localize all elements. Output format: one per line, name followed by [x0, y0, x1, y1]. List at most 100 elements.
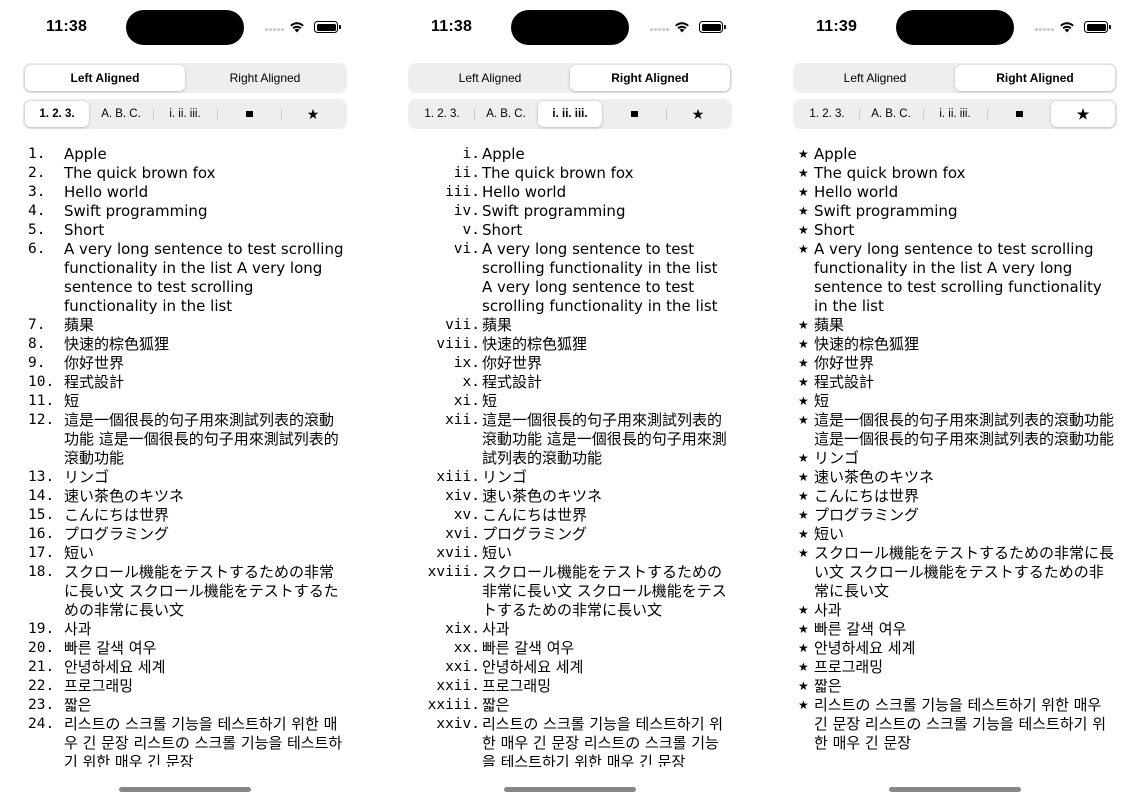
list-item-text: Apple [64, 145, 107, 163]
list-marker: ★ [798, 622, 809, 636]
list-marker: xi. [453, 393, 480, 409]
list-marker: 23. [28, 697, 55, 713]
cellular-signal-icon [1035, 28, 1055, 32]
list-item-text: 這是一個很長的句子用來測試列表的滾動功能 這是一個很長的句子用來測試列表的滾動功… [64, 411, 339, 467]
list-item: xxii. 프로그래밍 [406, 677, 731, 696]
list-marker: 14. [28, 488, 55, 504]
list-item-text: 短い [64, 544, 95, 562]
list-marker: viii. [436, 336, 480, 352]
list-marker: ★ [798, 660, 809, 674]
list-marker: x. [462, 374, 480, 390]
list-item: xiii. リンゴ [406, 468, 731, 487]
segment-square[interactable] [987, 101, 1051, 127]
list-item-text: 短 [64, 392, 80, 410]
list-item-text: Apple [814, 145, 857, 163]
list-item: xix. 사과 [406, 620, 731, 639]
list-item-text: 사과 [64, 620, 92, 638]
list-item: xxi. 안녕하세요 세계 [406, 658, 731, 677]
list-item-text: プログラミング [482, 525, 588, 543]
square-icon [245, 111, 253, 117]
phone-screen: 11:38 Left Aligned Right Aligned 1. 2. 3. A.… [397, 0, 747, 800]
list-item-text: Short [814, 221, 855, 239]
list-item: xiv. 速い茶色のキツネ [406, 487, 731, 506]
segment-roman[interactable]: i. ii. iii. [923, 101, 987, 127]
list-item-text: 短 [482, 392, 498, 410]
segment-roman[interactable]: i. ii. iii. [538, 101, 602, 127]
list-marker: 4. [28, 203, 46, 219]
segment-right-aligned[interactable]: Right Aligned [570, 65, 730, 91]
list-item: ★ A very long sentence to test scrolling … [798, 240, 1118, 316]
list-item-text: 안녕하세요 세계 [64, 658, 166, 676]
list-item: i. Apple [406, 145, 731, 164]
segment-star[interactable]: ★ [1051, 101, 1115, 127]
list-item: 4. Swift programming [28, 202, 348, 221]
list-marker: 3. [28, 184, 46, 200]
list-item: ★ Hello world [798, 183, 1118, 202]
list-item: ★ 程式設計 [798, 373, 1118, 392]
segment-square[interactable] [217, 101, 281, 127]
list-item: ★ Swift programming [798, 202, 1118, 221]
list-item: iv. Swift programming [406, 202, 731, 221]
list-marker: vi. [453, 241, 480, 257]
segment-numeric[interactable]: 1. 2. 3. [25, 101, 89, 127]
segment-star[interactable]: ★ [281, 101, 345, 127]
marker-style-segmented-control: 1. 2. 3. A. B. C. i. ii. iii. ★ [23, 99, 347, 129]
list-item-text: Short [482, 221, 523, 239]
segment-numeric[interactable]: 1. 2. 3. [410, 101, 474, 127]
home-indicator[interactable] [504, 787, 636, 792]
list-item: 22. 프로그래밍 [28, 677, 348, 696]
list-item-text: The quick brown fox [482, 164, 634, 182]
list-item-text: スクロール機能をテストするための非常に長い文 スクロール機能をテストするための非… [814, 544, 1115, 600]
list-item: ★ こんにちは世界 [798, 487, 1118, 506]
list-marker: ★ [798, 508, 809, 522]
segment-numeric[interactable]: 1. 2. 3. [795, 101, 859, 127]
list-item: ★ 프로그래밍 [798, 658, 1118, 677]
segment-alpha[interactable]: A. B. C. [89, 101, 153, 127]
list-item: 13. リンゴ [28, 468, 348, 487]
list-item: ★ Apple [798, 145, 1118, 164]
list-marker: ix. [453, 355, 480, 371]
list-item: ★ 리스트の 스크롤 기능을 테스트하기 위한 매우 긴 문장 리스트の 스크롤 … [798, 696, 1118, 753]
home-indicator[interactable] [119, 787, 251, 792]
item-list[interactable]: ★ Apple ★ The quick brown fox ★ Hello world ★ S… [798, 145, 1118, 767]
segment-roman[interactable]: i. ii. iii. [153, 101, 217, 127]
segment-right-aligned[interactable]: Right Aligned [185, 65, 345, 91]
list-item: xvii. 短い [406, 544, 731, 563]
list-item-text: Swift programming [64, 202, 208, 220]
segment-star[interactable]: ★ [666, 101, 730, 127]
list-item-text: Apple [482, 145, 525, 163]
list-item-text: Swift programming [482, 202, 626, 220]
home-indicator[interactable] [889, 787, 1021, 792]
segment-right-aligned[interactable]: Right Aligned [955, 65, 1115, 91]
list-item-text: 프로그래밍 [482, 677, 552, 695]
list-marker: 22. [28, 678, 55, 694]
segment-left-aligned[interactable]: Left Aligned [795, 65, 955, 91]
list-item-text: 快速的棕色狐狸 [64, 335, 170, 353]
segment-left-aligned[interactable]: Left Aligned [25, 65, 185, 91]
list-item-text: Hello world [64, 183, 149, 201]
list-item-text: リンゴ [482, 468, 528, 486]
segment-alpha[interactable]: A. B. C. [474, 101, 538, 127]
list-item-text: プログラミング [814, 506, 920, 524]
list-item-text: Hello world [814, 183, 899, 201]
list-item: 7. 蘋果 [28, 316, 348, 335]
list-item: xi. 短 [406, 392, 731, 411]
list-marker: ★ [798, 147, 809, 161]
list-item-text: Short [64, 221, 105, 239]
item-list[interactable]: i. Apple ii. The quick brown fox iii. Hello w… [406, 145, 731, 767]
segment-square[interactable] [602, 101, 666, 127]
list-item: ★ 短い [798, 525, 1118, 544]
list-marker: i. [462, 146, 480, 162]
list-item-text: Swift programming [814, 202, 958, 220]
list-item: ★ The quick brown fox [798, 164, 1118, 183]
square-icon [1015, 111, 1023, 117]
list-item-text: リンゴ [64, 468, 110, 486]
item-list[interactable]: 1. Apple 2. The quick brown fox 3. Hello worl… [28, 145, 348, 767]
list-item: xv. こんにちは世界 [406, 506, 731, 525]
list-item-text: 안녕하세요 세계 [814, 639, 916, 657]
segment-left-aligned[interactable]: Left Aligned [410, 65, 570, 91]
segment-alpha[interactable]: A. B. C. [859, 101, 923, 127]
list-item: ★ 안녕하세요 세계 [798, 639, 1118, 658]
dynamic-island [896, 10, 1014, 45]
list-item-text: 程式設計 [482, 373, 543, 391]
